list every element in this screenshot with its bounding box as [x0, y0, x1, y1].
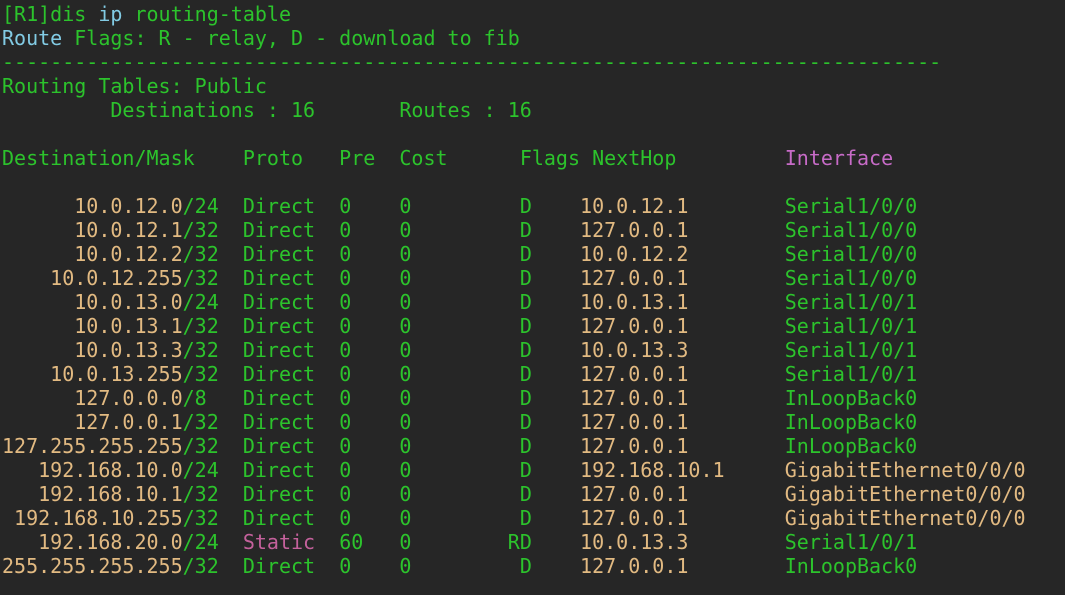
route-row: 10.0.13.0/24 Direct 0 0 D 10.0.13.1 Seri… [2, 290, 1065, 314]
terminal-screen[interactable]: [R1]dis ip routing-tableRoute Flags: R -… [0, 0, 1065, 595]
route-flags-line: Route Flags: R - relay, D - download to … [2, 26, 1065, 50]
route-row: 10.0.13.255/32 Direct 0 0 D 127.0.0.1 Se… [2, 362, 1065, 386]
route-row: 10.0.13.1/32 Direct 0 0 D 127.0.0.1 Seri… [2, 314, 1065, 338]
table-header-row: Destination/Mask Proto Pre Cost Flags Ne… [2, 146, 1065, 170]
route-row: 192.168.10.255/32 Direct 0 0 D 127.0.0.1… [2, 506, 1065, 530]
separator-line: ----------------------------------------… [2, 50, 1065, 74]
routing-tables-line: Routing Tables: Public [2, 74, 1065, 98]
route-row: 192.168.10.1/32 Direct 0 0 D 127.0.0.1 G… [2, 482, 1065, 506]
route-row: 10.0.12.2/32 Direct 0 0 D 10.0.12.2 Seri… [2, 242, 1065, 266]
route-row: 10.0.12.1/32 Direct 0 0 D 127.0.0.1 Seri… [2, 218, 1065, 242]
route-row: 127.0.0.1/32 Direct 0 0 D 127.0.0.1 InLo… [2, 410, 1065, 434]
route-row: 255.255.255.255/32 Direct 0 0 D 127.0.0.… [2, 554, 1065, 578]
route-row: 192.168.20.0/24 Static 60 0 RD 10.0.13.3… [2, 530, 1065, 554]
blank-line [2, 122, 1065, 146]
summary-line: Destinations : 16 Routes : 16 [2, 98, 1065, 122]
blank-line [2, 170, 1065, 194]
route-row: 127.255.255.255/32 Direct 0 0 D 127.0.0.… [2, 434, 1065, 458]
route-row: 127.0.0.0/8 Direct 0 0 D 127.0.0.1 InLoo… [2, 386, 1065, 410]
route-row: 192.168.10.0/24 Direct 0 0 D 192.168.10.… [2, 458, 1065, 482]
route-row: 10.0.13.3/32 Direct 0 0 D 10.0.13.3 Seri… [2, 338, 1065, 362]
terminal-output: [R1]dis ip routing-tableRoute Flags: R -… [2, 2, 1065, 578]
command-line: [R1]dis ip routing-table [2, 2, 1065, 26]
route-row: 10.0.12.255/32 Direct 0 0 D 127.0.0.1 Se… [2, 266, 1065, 290]
route-row: 10.0.12.0/24 Direct 0 0 D 10.0.12.1 Seri… [2, 194, 1065, 218]
